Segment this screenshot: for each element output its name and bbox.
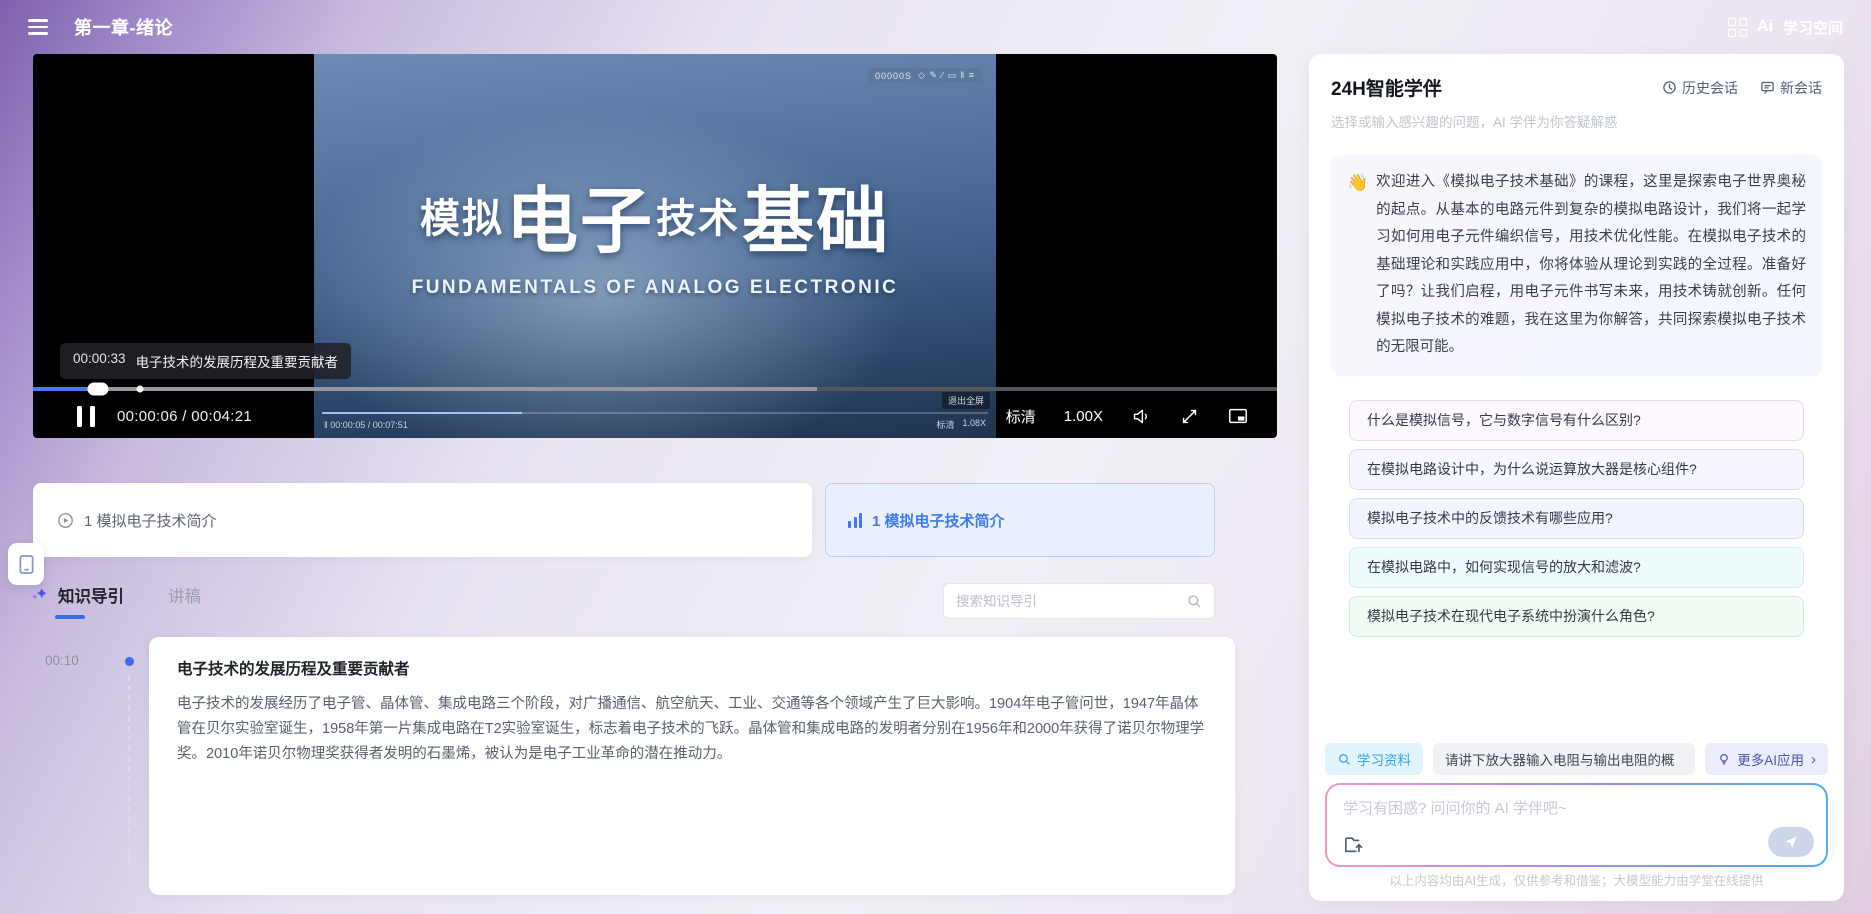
welcome-text: 欢迎进入《模拟电子技术基础》的课程，这里是探索电子世界奥秘的起点。从基本的电路元… (1376, 169, 1806, 362)
device-icon (18, 554, 35, 575)
video-player[interactable]: 00000S ◇ ✎ ∕ ▭ ‖ ≡ 模拟 电子 技术 基础 FUNDAMENT… (33, 54, 1277, 438)
video-time: 00:00:06 / 00:04:21 (117, 408, 252, 425)
tooltip-label: 电子技术的发展历程及重要贡献者 (136, 351, 339, 371)
knowledge-tabs-row: ✦✦ 知识导引 讲稿 (33, 583, 1215, 619)
welcome-message: 👋 欢迎进入《模拟电子技术基础》的课程，这里是探索电子世界奥秘的起点。从基本的电… (1331, 155, 1822, 376)
slide-title-part: 技术 (656, 186, 740, 244)
chat-icon (1760, 80, 1775, 95)
chapter-cards: 1 模拟电子技术简介 1 模拟电子技术简介 (33, 483, 1277, 557)
page: 第一章-绪论 Ai 学习空间 00000S ◇ ✎ ∕ ▭ ‖ ≡ 模拟 电子 … (0, 0, 1871, 914)
sparkle-icon: ✦✦ (33, 586, 51, 604)
workspace-button[interactable]: Ai 学习空间 (1728, 17, 1843, 38)
play-circle-icon (57, 512, 74, 529)
timeline-time: 00:10 (45, 653, 79, 668)
suggestion-button[interactable]: 模拟电子技术在现代电子系统中扮演什么角色? (1349, 596, 1804, 637)
send-button[interactable] (1768, 827, 1814, 857)
suggestion-button[interactable]: 模拟电子技术中的反馈技术有哪些应用? (1349, 498, 1804, 539)
chapter-marker-tooltip: 00:00:33 电子技术的发展历程及重要贡献者 (60, 343, 351, 379)
history-session-button[interactable]: 历史会话 (1662, 78, 1738, 98)
video-frame: 00000S ◇ ✎ ∕ ▭ ‖ ≡ 模拟 电子 技术 基础 FUNDAMENT… (314, 54, 996, 438)
video-progress-bar[interactable] (33, 387, 1277, 391)
knowledge-search[interactable] (943, 583, 1215, 619)
study-materials-button[interactable]: 学习资料 (1325, 743, 1423, 775)
new-session-button[interactable]: 新会话 (1760, 78, 1822, 98)
assistant-tools-row: 学习资料 请讲下放大器输入电阻与输出电阻的概 更多AI应用 › (1325, 743, 1828, 775)
send-plane-icon (1783, 834, 1799, 850)
speed-button[interactable]: 1.00X (1064, 408, 1103, 425)
recording-toolbar: 00000S ◇ ✎ ∕ ▭ ‖ ≡ (868, 68, 982, 83)
chat-input[interactable] (1343, 797, 1810, 827)
menu-icon[interactable] (28, 19, 48, 34)
slide-title-part: 模拟 (420, 186, 504, 244)
apps-grid-icon (1728, 18, 1747, 37)
tooltip-time: 00:00:33 (73, 351, 126, 371)
ai-logo: Ai (1757, 18, 1773, 36)
slide-title-part: 电子 (506, 162, 654, 267)
pip-icon[interactable] (1227, 405, 1249, 427)
pause-button[interactable] (77, 406, 95, 427)
timeline-dashed-line (128, 675, 130, 903)
slide-title-part: 基础 (742, 162, 890, 267)
magnifier-icon (1337, 752, 1351, 766)
question-ticker-text: 请讲下放大器输入电阻与输出电阻的概 (1445, 749, 1675, 769)
knowledge-entry-card[interactable]: 电子技术的发展历程及重要贡献者 电子技术的发展经历了电子管、晶体管、集成电路三个… (149, 637, 1235, 895)
assistant-title: 24H智能学伴 (1331, 74, 1442, 101)
chevron-right-icon: › (1811, 751, 1816, 768)
chapter-video-card[interactable]: 1 模拟电子技术简介 (33, 483, 812, 557)
assistant-subtitle: 选择或输入感兴趣的问题，AI 学伴为你答疑解惑 (1331, 111, 1822, 131)
search-icon (1186, 593, 1202, 609)
slide-title-block: 模拟 电子 技术 基础 FUNDAMENTALS OF ANALOG ELECT… (314, 162, 996, 299)
question-ticker[interactable]: 请讲下放大器输入电阻与输出电阻的概 (1433, 743, 1695, 775)
upload-file-button[interactable] (1343, 835, 1365, 855)
workspace-label: 学习空间 (1783, 17, 1843, 38)
assistant-panel: 24H智能学伴 历史会话 新会话 选择或输入感兴趣的问题，AI 学伴为你答疑解惑 (1309, 54, 1844, 901)
new-session-label: 新会话 (1780, 78, 1822, 98)
chapter-analysis-label: 1 模拟电子技术简介 (872, 510, 1005, 531)
fullscreen-icon[interactable] (1180, 407, 1199, 426)
knowledge-entry-body: 电子技术的发展经历了电子管、晶体管、集成电路三个阶段，对广播通信、航空航天、工业… (177, 692, 1207, 767)
video-control-bar: 00:00:06 / 00:04:21 标清 1.00X (33, 394, 1277, 438)
suggestion-button[interactable]: 在模拟电路设计中，为什么说运算放大器是核心组件? (1349, 449, 1804, 490)
timeline-rail: 00:10 (33, 637, 149, 895)
suggestion-button[interactable]: 在模拟电路中，如何实现信号的放大和滤波? (1349, 547, 1804, 588)
study-materials-label: 学习资料 (1357, 749, 1411, 769)
chart-icon (848, 513, 862, 528)
page-title: 第一章-绪论 (74, 14, 173, 40)
slide-subtitle: FUNDAMENTALS OF ANALOG ELECTRONIC (314, 277, 996, 299)
main-column: 00000S ◇ ✎ ∕ ▭ ‖ ≡ 模拟 电子 技术 基础 FUNDAMENT… (33, 54, 1277, 895)
active-tab-underline (55, 615, 85, 619)
recording-counter: 00000S (875, 71, 912, 81)
folder-upload-icon (1343, 835, 1365, 855)
progress-chapter-marker[interactable] (136, 386, 143, 393)
suggestion-button[interactable]: 什么是模拟信号，它与数字信号有什么区别? (1349, 400, 1804, 441)
chat-input-box (1325, 783, 1828, 867)
knowledge-entry-title: 电子技术的发展历程及重要贡献者 (177, 657, 1207, 679)
tab-knowledge-guide-label: 知识导引 (58, 583, 124, 607)
timeline-dot (125, 657, 134, 666)
tab-script[interactable]: 讲稿 (168, 583, 201, 619)
bulb-icon (1717, 752, 1731, 766)
quality-button[interactable]: 标清 (1006, 406, 1036, 427)
search-input[interactable] (956, 594, 1186, 609)
chapter-analysis-card[interactable]: 1 模拟电子技术简介 (825, 483, 1215, 557)
clock-icon (1662, 80, 1677, 95)
wave-emoji-icon: 👋 (1347, 169, 1368, 362)
knowledge-timeline: 00:10 电子技术的发展历程及重要贡献者 电子技术的发展经历了电子管、晶体管、… (33, 637, 1235, 895)
history-session-label: 历史会话 (1682, 78, 1738, 98)
tab-knowledge-guide[interactable]: ✦✦ 知识导引 (33, 583, 124, 619)
recording-toolbar-icons: ◇ ✎ ∕ ▭ ‖ ≡ (918, 70, 975, 81)
chapter-video-label: 1 模拟电子技术简介 (84, 510, 217, 531)
more-ai-apps-button[interactable]: 更多AI应用 › (1705, 743, 1828, 775)
ai-disclaimer: 以上内容均由AI生成，仅供参考和借鉴；大模型能力由学堂在线提供 (1309, 870, 1844, 889)
top-bar: 第一章-绪论 Ai 学习空间 (0, 0, 1871, 54)
volume-icon[interactable] (1131, 406, 1152, 427)
suggested-questions: 什么是模拟信号，它与数字信号有什么区别? 在模拟电路设计中，为什么说运算放大器是… (1349, 400, 1804, 637)
sidebar-flyout-button[interactable] (8, 543, 44, 585)
more-ai-apps-label: 更多AI应用 (1737, 749, 1804, 769)
progress-buffered (33, 387, 817, 391)
